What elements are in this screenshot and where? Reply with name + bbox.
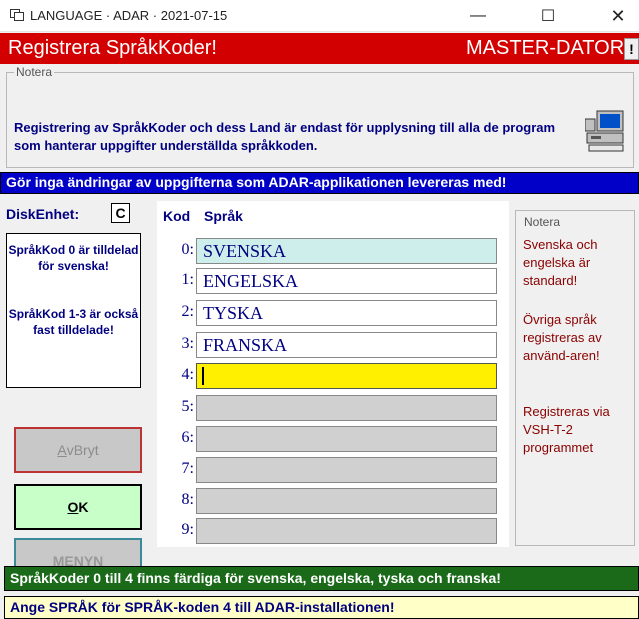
row-label: 0:: [181, 241, 194, 258]
row-label: 5:: [181, 398, 194, 415]
row-label: 2:: [181, 303, 194, 320]
prompt-text: Ange SPRÅK för SPRÅK-koden 4 till ADAR-i…: [10, 599, 395, 615]
row-label: 9:: [181, 521, 194, 538]
cancel-button[interactable]: AvBryt: [14, 427, 142, 473]
language-field[interactable]: FRANSKA: [196, 332, 497, 358]
language-field[interactable]: [196, 395, 497, 421]
side-note-text-3: Registreras via VSH-T-2 programmet: [523, 404, 610, 455]
info-text-2: SpråkKod 1-3 är också fast tilldelade!: [8, 307, 139, 337]
page-title: Registrera SpråkKoder!: [8, 37, 217, 59]
language-field[interactable]: [196, 488, 497, 514]
disk-label: DiskEnhet:: [6, 206, 80, 222]
language-field[interactable]: [196, 457, 497, 483]
window-title: LANGUAGE · ADAR · 2021-07-15: [30, 8, 228, 23]
status-text: SpråkKoder 0 till 4 finns färdiga för sv…: [10, 570, 501, 586]
app-icon: [10, 9, 24, 21]
side-note-text-2: Övriga språk registreras av använd-aren!: [523, 312, 602, 363]
language-field[interactable]: [196, 518, 497, 544]
language-field-active[interactable]: [196, 363, 497, 389]
language-field[interactable]: SVENSKA: [196, 238, 497, 264]
computer-name: MASTER-DATORN: [466, 37, 639, 59]
ok-button[interactable]: OK: [14, 484, 142, 530]
side-note-label: Notera: [523, 215, 562, 229]
minimize-button[interactable]: —: [455, 0, 501, 32]
info-button[interactable]: !: [624, 38, 639, 60]
row-label: 6:: [181, 429, 194, 446]
side-note-text-1: Svenska och engelska är standard!: [523, 237, 598, 288]
column-header-sprak: Språk: [204, 208, 243, 224]
language-field[interactable]: TYSKA: [196, 300, 497, 326]
maximize-button[interactable]: ☐: [525, 0, 571, 32]
info-text-1: SpråkKod 0 är tilldelad för svenska!: [8, 243, 139, 273]
notera-label: Notera: [14, 65, 55, 79]
row-label: 4:: [181, 366, 194, 383]
close-button[interactable]: ✕: [595, 0, 639, 32]
row-label: 1:: [181, 271, 194, 288]
warning-text: Gör inga ändringar av uppgifterna som AD…: [6, 174, 507, 190]
notera-text: Registrering av SpråkKoder och dess Land…: [14, 120, 556, 153]
language-field[interactable]: ENGELSKA: [196, 268, 497, 294]
row-label: 8:: [181, 491, 194, 508]
language-field[interactable]: [196, 426, 497, 452]
row-label: 7:: [181, 460, 194, 477]
computer-icon: [585, 110, 624, 152]
row-label: 3:: [181, 335, 194, 352]
column-header-kod: Kod: [163, 208, 191, 224]
disk-field[interactable]: C: [111, 203, 130, 223]
text-caret: [202, 367, 204, 385]
